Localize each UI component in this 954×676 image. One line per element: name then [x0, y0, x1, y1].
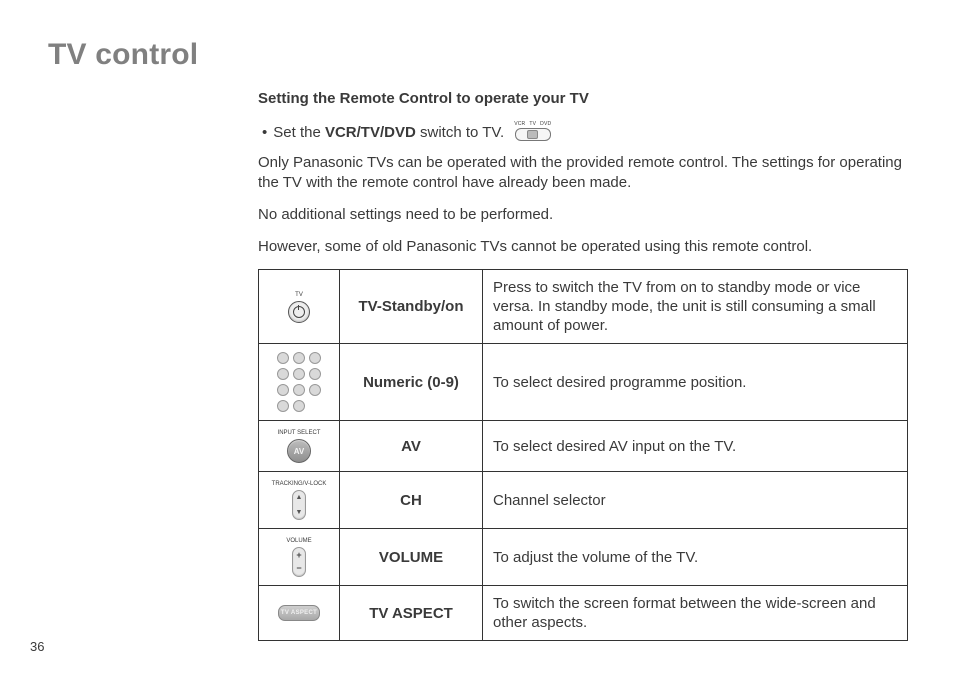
- cell-desc-ch: Channel selector: [483, 472, 908, 529]
- page-number: 36: [30, 639, 44, 654]
- paragraph-3: However, some of old Panasonic TVs canno…: [258, 237, 908, 257]
- cell-desc-standby: Press to switch the TV from on to standb…: [483, 270, 908, 344]
- bullet-pre: Set the: [273, 124, 325, 141]
- cell-icon-aspect: TV ASPECT: [259, 586, 340, 641]
- table-row: Numeric (0-9) To select desired programm…: [259, 344, 908, 421]
- cell-icon-volume: VOLUME + −: [259, 529, 340, 586]
- power-icon: [288, 301, 310, 323]
- paragraph-2: No additional settings need to be perfor…: [258, 205, 908, 225]
- switch-label-vcr: VCR: [514, 121, 525, 127]
- body-column: Setting the Remote Control to operate yo…: [258, 90, 908, 257]
- cell-icon-numeric: [259, 344, 340, 421]
- bullet-dot-icon: •: [262, 123, 267, 143]
- cell-name-ch: CH: [340, 472, 483, 529]
- minus-icon: −: [296, 564, 301, 573]
- bullet-text: Set the VCR/TV/DVD switch to TV.: [273, 123, 504, 143]
- table-row: INPUT SELECT AV AV To select desired AV …: [259, 421, 908, 472]
- bullet-post: switch to TV.: [416, 124, 504, 141]
- numeric-keypad-icon: [277, 352, 321, 412]
- cell-desc-aspect: To switch the screen format between the …: [483, 586, 908, 641]
- icon-label-input-select: INPUT SELECT: [278, 429, 321, 437]
- channel-rocker-icon: ▲ ▼: [292, 490, 306, 520]
- table-row: TV TV-Standby/on Press to switch the TV …: [259, 270, 908, 344]
- icon-label-tv: TV: [295, 291, 303, 299]
- manual-page: TV control Setting the Remote Control to…: [0, 0, 954, 676]
- cell-name-numeric: Numeric (0-9): [340, 344, 483, 421]
- cell-desc-volume: To adjust the volume of the TV.: [483, 529, 908, 586]
- icon-label-volume: VOLUME: [286, 537, 311, 545]
- cell-desc-numeric: To select desired programme position.: [483, 344, 908, 421]
- tv-aspect-pill-icon: TV ASPECT: [278, 605, 320, 621]
- cell-name-aspect: TV ASPECT: [340, 586, 483, 641]
- table-row: TV ASPECT TV ASPECT To switch the screen…: [259, 586, 908, 641]
- chevron-up-icon: ▲: [296, 494, 303, 501]
- cell-icon-standby: TV: [259, 270, 340, 344]
- volume-rocker-icon: + −: [292, 547, 306, 577]
- section-subheading: Setting the Remote Control to operate yo…: [258, 90, 908, 107]
- switch-knob-icon: [527, 130, 538, 139]
- paragraph-1: Only Panasonic TVs can be operated with …: [258, 153, 908, 193]
- switch-label-tv: TV: [529, 121, 536, 127]
- function-table: TV TV-Standby/on Press to switch the TV …: [258, 269, 908, 641]
- bullet-bold: VCR/TV/DVD: [325, 124, 416, 141]
- av-button-icon: AV: [287, 439, 311, 463]
- cell-name-volume: VOLUME: [340, 529, 483, 586]
- icon-label-tracking: TRACKING/V-LOCK: [272, 480, 327, 488]
- bullet-set-switch: • Set the VCR/TV/DVD switch to TV. VCR T…: [258, 123, 908, 143]
- switch-label-dvd: DVD: [540, 121, 551, 127]
- switch-labels: VCR TV DVD: [514, 121, 551, 127]
- cell-icon-ch: TRACKING/V-LOCK ▲ ▼: [259, 472, 340, 529]
- cell-desc-av: To select desired AV input on the TV.: [483, 421, 908, 472]
- plus-icon: +: [296, 551, 301, 560]
- cell-name-av: AV: [340, 421, 483, 472]
- cell-icon-av: INPUT SELECT AV: [259, 421, 340, 472]
- cell-name-standby: TV-Standby/on: [340, 270, 483, 344]
- vcr-tv-dvd-switch-icon: VCR TV DVD: [514, 121, 551, 141]
- chevron-down-icon: ▼: [296, 509, 303, 516]
- table-row: VOLUME + − VOLUME To adjust the volume o…: [259, 529, 908, 586]
- page-title: TV control: [48, 38, 906, 72]
- switch-body-icon: [515, 128, 551, 141]
- table-row: TRACKING/V-LOCK ▲ ▼ CH Channel selector: [259, 472, 908, 529]
